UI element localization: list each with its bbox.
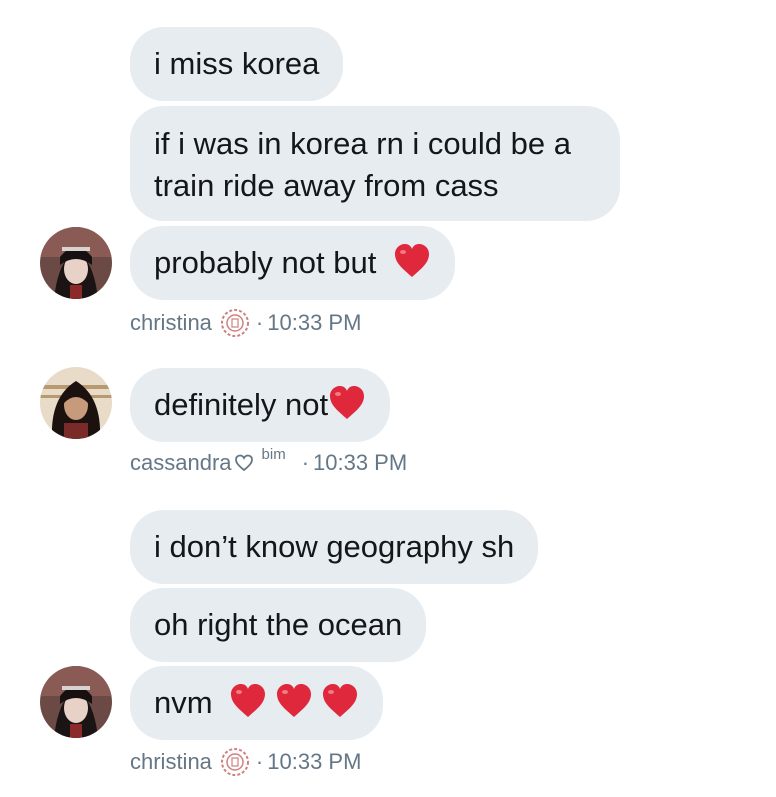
sender-name[interactable]: christina [130, 748, 212, 776]
message-meta: christina · 10:33 PM [130, 308, 361, 338]
message-text: i miss korea [154, 46, 320, 81]
message-bubble[interactable]: i miss korea [130, 27, 344, 101]
red-heart-icon [328, 385, 366, 421]
message-bubble[interactable]: oh right the ocean [130, 588, 427, 662]
message-bubble[interactable]: i don’t know geography sh [130, 510, 539, 584]
message-text: definitely not [154, 387, 329, 422]
avatar-christina[interactable] [40, 227, 112, 299]
red-heart-icon [275, 683, 313, 719]
message-bubble[interactable]: definitely not [130, 368, 391, 442]
red-heart-icon [321, 683, 359, 719]
flower-seal-icon [220, 308, 250, 338]
separator-dot: · [255, 310, 264, 335]
message-text: if i was in korea rn i could be a train … [154, 126, 571, 203]
flower-seal-icon [220, 747, 250, 777]
timestamp: 10:33 PM [313, 450, 408, 475]
sender-name[interactable]: christina [130, 309, 212, 337]
message-bubble[interactable]: if i was in korea rn i could be a train … [130, 106, 620, 221]
avatar-cassandra[interactable] [40, 367, 112, 439]
message-bubble[interactable]: nvm [130, 666, 384, 740]
separator-dot: · [255, 749, 264, 774]
message-text: probably not but [154, 245, 377, 280]
message-text: i don’t know geography sh [154, 529, 515, 564]
red-heart-icon [229, 683, 267, 719]
message-meta: christina · 10:33 PM [130, 747, 361, 777]
outline-heart-icon [234, 453, 254, 473]
avatar-christina[interactable] [40, 666, 112, 738]
timestamp: 10:33 PM [267, 310, 362, 335]
message-text: nvm [154, 685, 213, 720]
red-heart-icon [393, 243, 431, 279]
message-text: oh right the ocean [154, 607, 403, 642]
name-badge-text: bim [261, 446, 286, 463]
message-meta: cassandra bim · 10:33 PM [130, 446, 408, 477]
message-bubble[interactable]: probably not but [130, 226, 455, 300]
timestamp: 10:33 PM [267, 749, 362, 774]
separator-dot: · [301, 450, 310, 475]
sender-name[interactable]: cassandra [130, 449, 232, 477]
